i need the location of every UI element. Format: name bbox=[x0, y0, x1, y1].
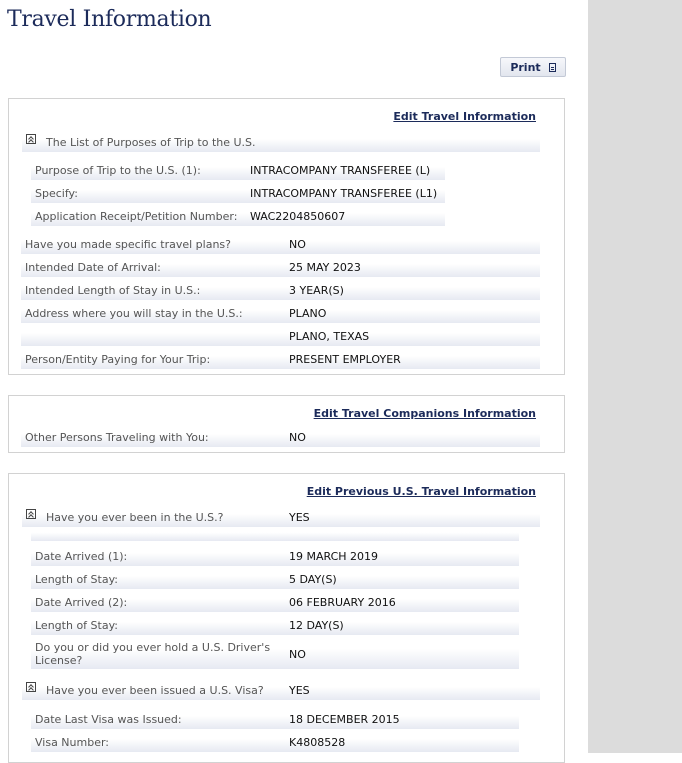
us-address-row: Address where you will stay in the U.S.:… bbox=[21, 303, 540, 323]
print-label: Print bbox=[510, 60, 541, 74]
visa-number-row: Visa Number: K4808528 bbox=[31, 732, 519, 752]
print-button[interactable]: Print bbox=[500, 57, 566, 77]
travel-companions-panel: Edit Travel Companions Information Other… bbox=[8, 395, 565, 453]
collapse-icon[interactable] bbox=[26, 134, 36, 144]
petition-number-row: Application Receipt/Petition Number: WAC… bbox=[31, 206, 445, 226]
specify-row: Specify: INTRACOMPANY TRANSFEREE (L1) bbox=[31, 183, 445, 203]
last-visa-date-row: Date Last Visa was Issued: 18 DECEMBER 2… bbox=[31, 709, 519, 729]
edit-travel-companions-link[interactable]: Edit Travel Companions Information bbox=[314, 407, 536, 420]
page-title: Travel Information bbox=[7, 7, 212, 32]
document-icon bbox=[548, 62, 556, 72]
purpose-row: Purpose of Trip to the U.S. (1): INTRACO… bbox=[31, 160, 445, 180]
spacer-row bbox=[31, 528, 519, 541]
trip-payer-row: Person/Entity Paying for Your Trip: PRES… bbox=[21, 349, 540, 369]
collapse-icon[interactable] bbox=[26, 509, 36, 519]
length-of-stay-row: Intended Length of Stay in U.S.: 3 YEAR(… bbox=[21, 280, 540, 300]
been-in-us-header: Have you ever been in the U.S.? YES bbox=[22, 507, 540, 527]
length-of-stay-row: Length of Stay: 5 DAY(S) bbox=[31, 569, 519, 589]
edit-previous-travel-link[interactable]: Edit Previous U.S. Travel Information bbox=[307, 485, 536, 498]
drivers-license-row: Do you or did you ever hold a U.S. Drive… bbox=[31, 638, 519, 669]
travel-information-panel: Edit Travel Information The List of Purp… bbox=[8, 98, 565, 375]
arrival-date-row: Intended Date of Arrival: 25 MAY 2023 bbox=[21, 257, 540, 277]
date-arrived-row: Date Arrived (1): 19 MARCH 2019 bbox=[31, 546, 519, 566]
length-of-stay-row: Length of Stay: 12 DAY(S) bbox=[31, 615, 519, 635]
previous-travel-panel: Edit Previous U.S. Travel Information Ha… bbox=[8, 473, 565, 763]
right-sidebar bbox=[588, 0, 682, 753]
purposes-section-header: The List of Purposes of Trip to the U.S. bbox=[22, 132, 540, 152]
visa-issued-header: Have you ever been issued a U.S. Visa? Y… bbox=[22, 680, 540, 700]
date-arrived-row: Date Arrived (2): 06 FEBRUARY 2016 bbox=[31, 592, 519, 612]
collapse-icon[interactable] bbox=[26, 682, 36, 692]
other-persons-row: Other Persons Traveling with You: NO bbox=[21, 427, 540, 447]
edit-travel-information-link[interactable]: Edit Travel Information bbox=[393, 110, 536, 123]
travel-plans-row: Have you made specific travel plans? NO bbox=[21, 234, 540, 254]
us-address-city-row: PLANO, TEXAS bbox=[21, 326, 540, 346]
